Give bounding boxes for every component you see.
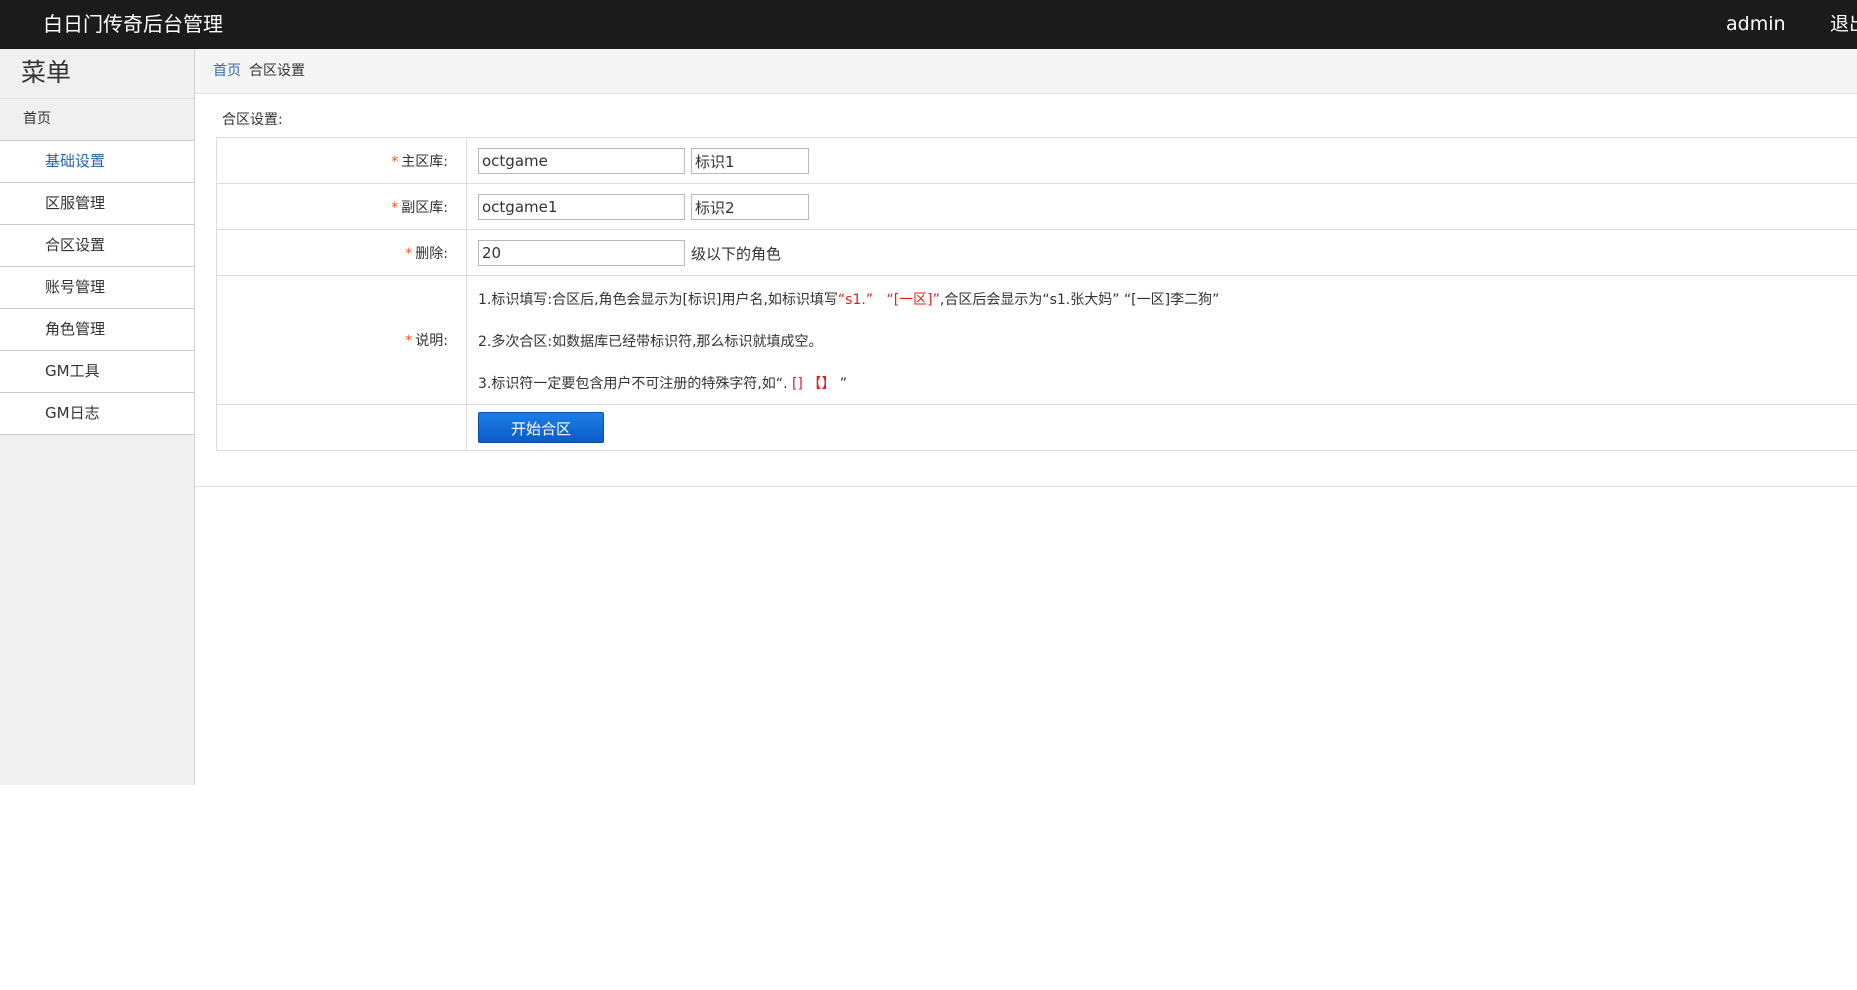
required-mark: * (391, 199, 399, 216)
sidebar-item-gm-log[interactable]: GM日志 (0, 393, 194, 435)
sub-db-tag-input[interactable] (691, 194, 809, 220)
main-db-tag-input[interactable] (691, 148, 809, 174)
required-mark: * (405, 333, 413, 349)
notes-label: 说明: (415, 333, 448, 349)
sidebar-item-account-management[interactable]: 账号管理 (0, 267, 194, 309)
breadcrumb-current: 合区设置 (249, 63, 305, 79)
sidebar-item-role-management[interactable]: 角色管理 (0, 309, 194, 351)
note-line-3: 3.标识符一定要包含用户不可注册的特殊字符,如“. [] 【】 ” (478, 376, 848, 392)
delete-label: 删除: (415, 245, 448, 262)
section-title: 合区设置: (222, 112, 283, 128)
sidebar-item-server-management[interactable]: 区服管理 (0, 183, 194, 225)
delete-row: *删除: 级以下的角色 (217, 229, 1857, 275)
submit-row: 开始合区 (217, 404, 1857, 450)
main-db-input[interactable] (478, 148, 685, 174)
merge-settings-panel: 合区设置: *主区库: *副区库: (195, 94, 1857, 487)
main-db-label: 主区库: (401, 153, 448, 170)
delete-suffix: 级以下的角色 (691, 245, 782, 263)
sidebar-item-merge-settings[interactable]: 合区设置 (0, 225, 194, 267)
note-example-1: “s1.” (837, 292, 874, 308)
required-mark: * (405, 245, 413, 262)
main-db-row: * 主区库: (217, 138, 1857, 183)
breadcrumb-home-link[interactable]: 首页 (213, 63, 241, 79)
required-mark: * (391, 153, 399, 170)
logout-link[interactable]: 退出 (1830, 0, 1857, 48)
sub-db-row: * 副区库: (217, 183, 1857, 229)
notes-row: * 说明: 1.标识填写:合区后,角色会显示为[标识]用户名,如标识填写“s1.”… (217, 275, 1857, 404)
top-bar: 白日门传奇后台管理 admin 退出 (0, 0, 1857, 49)
delete-level-input[interactable] (478, 240, 685, 266)
app-title: 白日门传奇后台管理 (43, 12, 223, 36)
merge-form-table: *主区库: *副区库: *删除: (216, 137, 1857, 451)
note-line-1: 1.标识填写:合区后,角色会显示为[标识]用户名,如标识填写“s1.” “[一区… (478, 292, 1220, 308)
sub-db-label: 副区库: (401, 199, 448, 216)
main-area: 首页合区设置 合区设置: *主区库: *副区库: (195, 49, 1857, 990)
sidebar: 菜单 首页 基础设置 区服管理 合区设置 账号管理 角色管理 GM工具 GM日志 (0, 49, 195, 785)
sub-db-input[interactable] (478, 194, 685, 220)
menu-title: 菜单 (0, 49, 194, 99)
start-merge-button[interactable]: 开始合区 (478, 412, 604, 443)
sidebar-item-gm-tools[interactable]: GM工具 (0, 351, 194, 393)
breadcrumb: 首页 合区设置 (195, 49, 1857, 94)
note-line-2: 2.多次合区:如数据库已经带标识符,那么标识就填成空。 (478, 334, 823, 350)
sidebar-home[interactable]: 首页 (0, 99, 194, 141)
sidebar-item-basic-settings[interactable]: 基础设置 (0, 141, 194, 183)
note-special-chars: [] 【】 (791, 376, 836, 392)
note-example-2: “[一区]” (886, 292, 940, 308)
current-user: admin (1726, 13, 1786, 35)
